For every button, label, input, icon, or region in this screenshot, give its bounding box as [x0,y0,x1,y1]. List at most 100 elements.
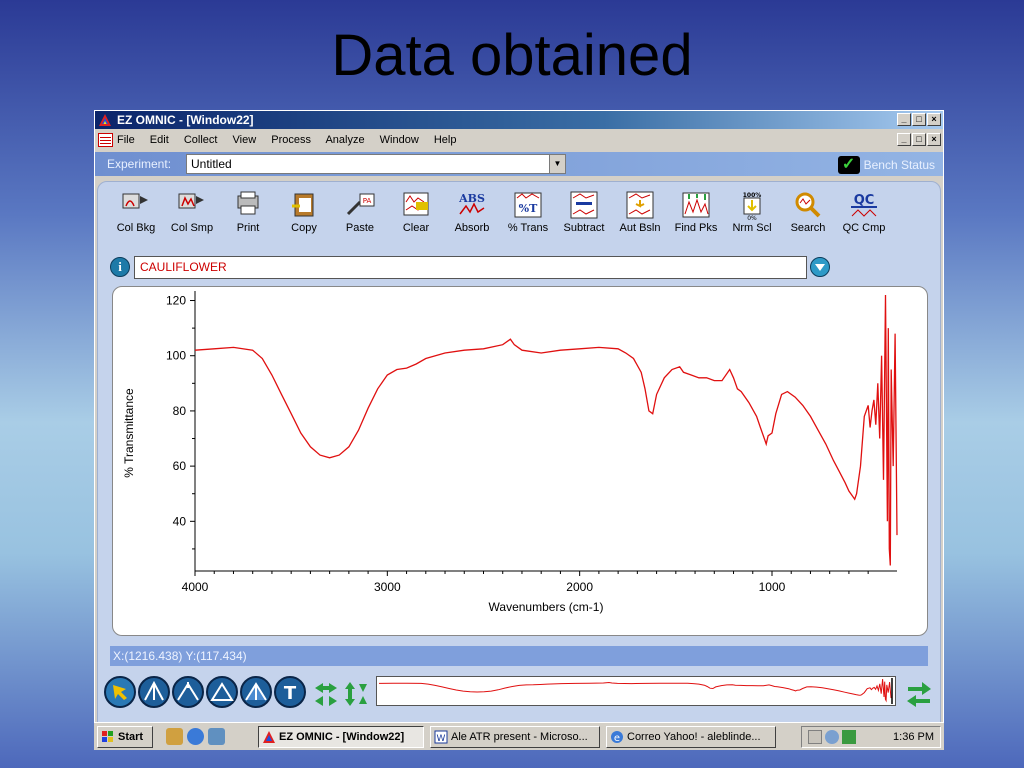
menu-bar: File Edit Collect View Process Analyze W… [95,130,943,150]
view-tools-bar: T [104,676,938,712]
toolbar-button-label: Nrm Scl [732,222,772,234]
internet-explorer-icon: e [611,731,623,744]
clear-icon [403,192,429,216]
antivirus-icon[interactable] [842,730,856,744]
toolbar-button-label: Col Bkg [116,222,156,234]
menu-analyze[interactable]: Analyze [325,134,364,146]
menu-help[interactable]: Help [434,134,457,146]
taskbar-ez-omnic-label: EZ OMNIC - [Window22] [279,731,405,743]
experiment-select[interactable]: Untitled ▼ [186,154,566,174]
expand-arrows-icon[interactable] [312,680,340,708]
spectrum-overview[interactable] [376,676,896,706]
select-tool-icon[interactable] [104,676,136,708]
toolbar-button-print[interactable]: Print [220,190,276,234]
toolbar-button-absorb[interactable]: ABS Absorb [444,190,500,234]
taskbar-ez-omnic[interactable]: EZ OMNIC - [Window22] [258,726,424,748]
toolbar-button-label: Subtract [563,222,605,234]
internet-explorer-icon[interactable] [187,728,204,745]
taskbar: Start EZ OMNIC - [Window22] W Ale ATR pr… [94,722,944,750]
menu-window[interactable]: Window [380,134,419,146]
printer-icon [237,191,259,215]
x-axis-title: Wavenumbers (cm-1) [489,600,604,614]
doc-minimize-button[interactable]: _ [897,133,911,146]
swap-arrows-icon[interactable] [904,678,934,708]
menu-process[interactable]: Process [271,134,311,146]
doc-maximize-button[interactable]: □ [912,133,926,146]
system-tray: 1:36 PM [801,726,941,748]
document-icon[interactable] [98,133,113,147]
info-icon[interactable]: i [110,257,130,277]
toolbar-button-qc-cmp[interactable]: QC QC Cmp [836,190,892,234]
toolbar-button-paste[interactable]: PA Paste [332,190,388,234]
maximize-button[interactable]: □ [912,113,926,126]
auto-baseline-icon [626,191,654,219]
doc-close-button[interactable]: × [927,133,941,146]
find-peaks-icon [682,192,710,218]
taskbar-yahoo-mail[interactable]: e Correo Yahoo! - aleblinde... [606,726,776,748]
region-tool-icon[interactable] [138,676,170,708]
svg-text:ABS: ABS [458,192,485,205]
baseline-tool-icon[interactable] [240,676,272,708]
annotation-tool-icon[interactable]: T [274,676,306,708]
show-desktop-icon[interactable] [166,728,183,745]
normal-scale-icon: 100%0% [743,192,762,220]
toolbar-button-label: Aut Bsln [619,222,661,234]
menu-view[interactable]: View [233,134,257,146]
svg-text:W: W [437,734,446,744]
chevron-down-circle-icon[interactable] [810,257,830,277]
experiment-label: Experiment: [107,157,172,171]
checkmark-icon: ✓ [837,156,860,174]
peak-area-tool-icon[interactable] [206,676,238,708]
taskbar-powerpoint-label: Ale ATR present - Microso... [451,731,588,743]
toolbar-button-clear[interactable]: Clear [388,190,444,234]
peak-height-tool-icon[interactable] [172,676,204,708]
outlook-icon[interactable] [208,728,225,745]
spectrum-plot[interactable]: 40 60 80 100 120 4000 3000 2000 1000 Wavenumbers … [112,286,928,636]
ez-omnic-window: EZ OMNIC - [Window22] _ □ × File Edit Co… [94,110,944,750]
clock: 1:36 PM [893,731,934,743]
collect-sample-icon [178,193,204,209]
toolbar-button-col-bkg[interactable]: Col Bkg [108,190,164,234]
toolbar-button-label: Print [236,222,260,234]
toolbar-button-copy[interactable]: Copy [276,190,332,234]
omnic-app-icon [263,731,275,743]
subtract-icon [570,191,598,219]
experiment-value: Untitled [191,157,232,171]
chevron-down-icon[interactable]: ▼ [549,155,565,173]
bench-status-label: Bench Status [863,158,935,172]
taskbar-powerpoint[interactable]: W Ale ATR present - Microso... [430,726,600,748]
cursor-coordinates: X:(1216.438) Y:(117.434) [110,646,928,666]
toolbar-button-label: QC Cmp [842,222,886,234]
paste-icon: PA [346,193,375,216]
svg-text:e: e [614,733,620,744]
qc-compare-icon: QC [851,193,877,217]
toolbar-button-col-smp[interactable]: Col Smp [164,190,220,234]
window-title-bar[interactable]: EZ OMNIC - [Window22] _ □ × [95,111,943,129]
vertical-scale-arrows-icon[interactable] [342,680,370,708]
start-button[interactable]: Start [97,726,153,748]
menu-edit[interactable]: Edit [150,134,169,146]
toolbar-button-aut-bsln[interactable]: Aut Bsln [612,190,668,234]
toolbar-button-nrm-scl[interactable]: 100% 0% Nrm Scl [724,190,780,234]
minimize-button[interactable]: _ [897,113,911,126]
experiment-bar: Experiment: Untitled ▼ ✓ Bench Status [95,152,943,176]
y-tick-label: 100 [166,349,186,363]
toolbar-button-trans[interactable]: %T % Trans [500,190,556,234]
menu-collect[interactable]: Collect [184,134,218,146]
toolbar-button-search[interactable]: Search [780,190,836,234]
toolbar-button-subtract[interactable]: Subtract [556,190,612,234]
sample-title-field[interactable]: CAULIFLOWER [134,256,807,279]
toolbar-button-label: Search [790,222,826,234]
speaker-icon[interactable] [808,730,822,744]
close-button[interactable]: × [927,113,941,126]
menu-file[interactable]: File [117,134,135,146]
bench-status[interactable]: ✓ Bench Status [837,156,935,174]
search-icon [795,192,821,218]
network-icon[interactable] [825,730,839,744]
toolbar-button-find-pks[interactable]: Find Pks [668,190,724,234]
svg-text:PA: PA [363,197,372,205]
svg-text:QC: QC [854,193,875,208]
svg-text:0%: 0% [747,215,757,220]
y-tick-label: 120 [166,294,186,308]
y-tick-label: 40 [173,514,187,528]
